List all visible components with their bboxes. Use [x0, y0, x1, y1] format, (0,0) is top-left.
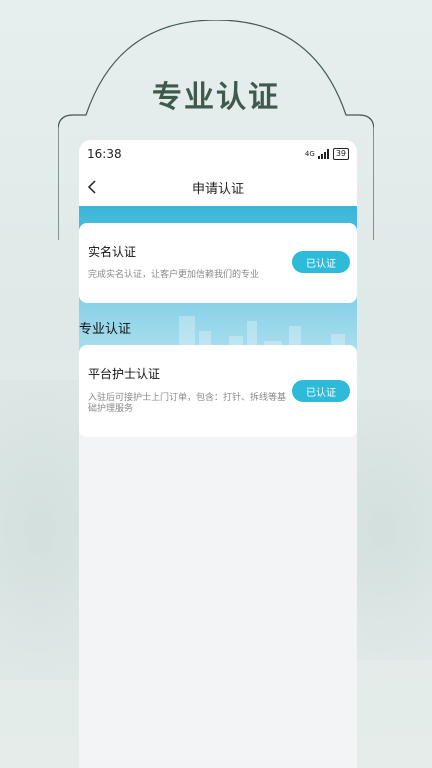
nav-bar: 申请认证	[79, 168, 357, 206]
nurse-verified-button[interactable]: 已认证	[292, 380, 350, 402]
realname-card: 实名认证 完成实名认证，让客户更加信赖我们的专业 已认证	[79, 223, 357, 303]
status-indicators: 4G 39	[305, 148, 349, 160]
status-bar: 16:38 4G 39	[79, 140, 357, 168]
section-title: 专业认证	[79, 322, 132, 337]
signal-icon	[317, 149, 329, 159]
battery-icon: 39	[332, 148, 349, 160]
nurse-title: 平台护士认证	[88, 367, 161, 381]
chevron-left-icon[interactable]	[85, 179, 101, 195]
phone-screen: 16:38 4G 39 申请认证 实名认证 完成实名认证，让客户更加信赖我们的专…	[79, 140, 357, 768]
nurse-card: 平台护士认证 入驻后可接护士上门订单，包含：打针、拆线等基础护理服务 已认证	[79, 345, 357, 437]
network-label: 4G	[304, 150, 315, 158]
realname-description: 完成实名认证，让客户更加信赖我们的专业	[88, 270, 260, 280]
status-time: 16:38	[87, 147, 122, 161]
realname-title: 实名认证	[88, 245, 137, 259]
page-title: 申请认证	[191, 181, 244, 197]
nurse-description: 入驻后可接护士上门订单，包含：打针、拆线等基础护理服务	[88, 393, 287, 414]
realname-verified-button[interactable]: 已认证	[292, 251, 350, 273]
promo-title: 专业认证	[152, 80, 280, 115]
